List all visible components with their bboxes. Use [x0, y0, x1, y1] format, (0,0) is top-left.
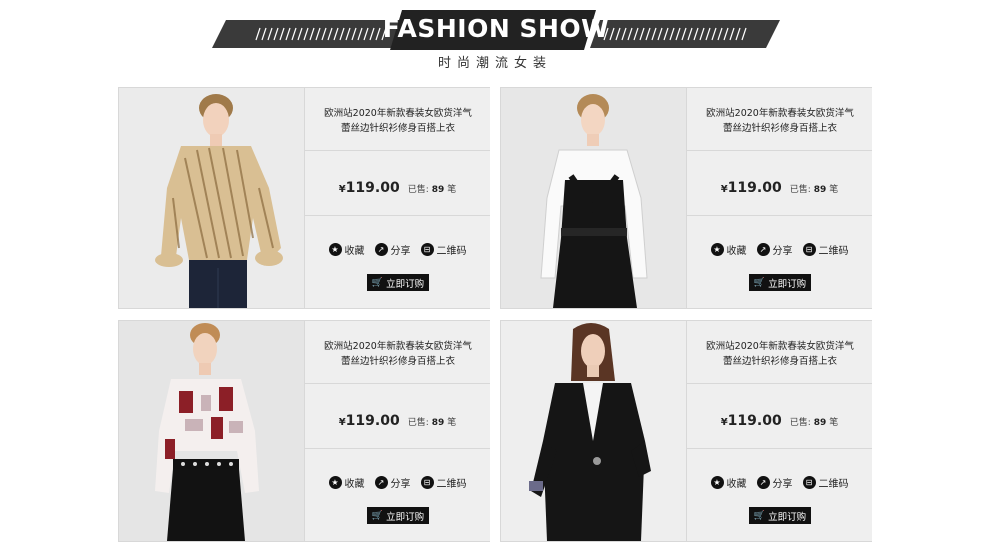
product-title[interactable]: 欧洲站2020年新款春装女欧货洋气 蕾丝边针织衫修身百搭上衣: [313, 339, 483, 369]
share-button[interactable]: ↗ 分享: [756, 475, 793, 490]
product-actions-section: ★ 收藏 ↗ 分享 ⊟ 二维码 🛒 立即订购: [687, 449, 872, 541]
product-title-section: 欧洲站2020年新款春装女欧货洋气 蕾丝边针织衫修身百搭上衣: [687, 88, 872, 151]
qrcode-button[interactable]: ⊟ 二维码: [420, 475, 467, 490]
share-icon: ↗: [374, 243, 388, 256]
product-title-section: 欧洲站2020年新款春装女欧货洋气 蕾丝边针织衫修身百搭上衣: [687, 321, 872, 384]
product-price-section: ¥119.00 已售: 89 笔: [687, 384, 872, 449]
price-value: 119.00: [345, 180, 400, 196]
share-icon: ↗: [756, 476, 770, 489]
product-info: 欧洲站2020年新款春装女欧货洋气 蕾丝边针织衫修身百搭上衣 ¥119.00 已售…: [304, 321, 490, 541]
product-info: 欧洲站2020年新款春装女欧货洋气 蕾丝边针织衫修身百搭上衣 ¥119.00 已售…: [686, 88, 872, 308]
product-price-section: ¥119.00 已售: 89 笔: [305, 384, 490, 449]
share-icon: ↗: [374, 476, 388, 489]
price-symbol: ¥: [338, 417, 346, 428]
product-card: 欧洲站2020年新款春装女欧货洋气 蕾丝边针织衫修身百搭上衣 ¥119.00 已售…: [118, 320, 490, 542]
sold-label: 已售:: [789, 418, 811, 428]
share-button[interactable]: ↗ 分享: [756, 242, 793, 257]
buy-now-button[interactable]: 🛒 立即订购: [367, 507, 429, 524]
product-actions-section: ★ 收藏 ↗ 分享 ⊟ 二维码 🛒 立即订购: [687, 216, 872, 308]
price-value: 119.00: [727, 413, 782, 429]
product-title[interactable]: 欧洲站2020年新款春装女欧货洋气 蕾丝边针织衫修身百搭上衣: [695, 106, 865, 136]
product-photo[interactable]: [119, 88, 304, 308]
sold-count: 89: [813, 418, 827, 428]
price-value: 119.00: [727, 180, 782, 196]
product-card: 欧洲站2020年新款春装女欧货洋气 蕾丝边针织衫修身百搭上衣 ¥119.00 已售…: [500, 87, 872, 309]
cart-icon: 🛒: [753, 277, 766, 288]
product-actions-section: ★ 收藏 ↗ 分享 ⊟ 二维码 🛒 立即订购: [305, 216, 490, 308]
star-icon: ★: [710, 476, 724, 489]
page-title: FASHION SHOW: [382, 14, 610, 43]
cart-icon: 🛒: [371, 277, 384, 288]
product-card: 欧洲站2020年新款春装女欧货洋气 蕾丝边针织衫修身百搭上衣 ¥119.00 已售…: [118, 87, 490, 309]
header-banner: FASHION SHOW: [212, 10, 780, 50]
qrcode-icon: ⊟: [420, 476, 434, 489]
product-photo[interactable]: [501, 321, 686, 541]
product-title-section: 欧洲站2020年新款春装女欧货洋气 蕾丝边针织衫修身百搭上衣: [305, 321, 490, 384]
product-photo[interactable]: [501, 88, 686, 308]
sold-label: 已售:: [407, 418, 429, 428]
favorite-button[interactable]: ★ 收藏: [710, 475, 747, 490]
product-card: 欧洲站2020年新款春装女欧货洋气 蕾丝边针织衫修身百搭上衣 ¥119.00 已售…: [500, 320, 872, 542]
sold-count: 89: [813, 185, 827, 195]
price-symbol: ¥: [338, 184, 346, 195]
product-price-section: ¥119.00 已售: 89 笔: [687, 151, 872, 216]
sold-unit: 笔: [829, 418, 839, 428]
qrcode-icon: ⊟: [420, 243, 434, 256]
qrcode-button[interactable]: ⊟ 二维码: [802, 475, 849, 490]
product-actions-section: ★ 收藏 ↗ 分享 ⊟ 二维码 🛒 立即订购: [305, 449, 490, 541]
star-icon: ★: [710, 243, 724, 256]
price-symbol: ¥: [720, 417, 728, 428]
product-title[interactable]: 欧洲站2020年新款春装女欧货洋气 蕾丝边针织衫修身百搭上衣: [313, 106, 483, 136]
price-value: 119.00: [345, 413, 400, 429]
favorite-button[interactable]: ★ 收藏: [328, 242, 365, 257]
price-symbol: ¥: [720, 184, 728, 195]
favorite-button[interactable]: ★ 收藏: [710, 242, 747, 257]
qrcode-icon: ⊟: [802, 476, 816, 489]
share-button[interactable]: ↗ 分享: [374, 475, 411, 490]
sold-label: 已售:: [789, 185, 811, 195]
sold-label: 已售:: [407, 185, 429, 195]
favorite-button[interactable]: ★ 收藏: [328, 475, 365, 490]
star-icon: ★: [328, 476, 342, 489]
cart-icon: 🛒: [753, 510, 766, 521]
buy-now-button[interactable]: 🛒 立即订购: [749, 274, 811, 291]
share-icon: ↗: [756, 243, 770, 256]
share-button[interactable]: ↗ 分享: [374, 242, 411, 257]
sold-count: 89: [431, 418, 445, 428]
product-price-section: ¥119.00 已售: 89 笔: [305, 151, 490, 216]
sold-count: 89: [431, 185, 445, 195]
qrcode-button[interactable]: ⊟ 二维码: [420, 242, 467, 257]
buy-now-button[interactable]: 🛒 立即订购: [367, 274, 429, 291]
product-title[interactable]: 欧洲站2020年新款春装女欧货洋气 蕾丝边针织衫修身百搭上衣: [695, 339, 865, 369]
cart-icon: 🛒: [371, 510, 384, 521]
buy-now-button[interactable]: 🛒 立即订购: [749, 507, 811, 524]
page-subtitle: 时尚潮流女装: [437, 56, 552, 71]
sold-unit: 笔: [447, 185, 457, 195]
product-photo[interactable]: [119, 321, 304, 541]
sold-unit: 笔: [829, 185, 839, 195]
product-title-section: 欧洲站2020年新款春装女欧货洋气 蕾丝边针织衫修身百搭上衣: [305, 88, 490, 151]
qrcode-icon: ⊟: [802, 243, 816, 256]
product-info: 欧洲站2020年新款春装女欧货洋气 蕾丝边针织衫修身百搭上衣 ¥119.00 已售…: [304, 88, 490, 308]
sold-unit: 笔: [447, 418, 457, 428]
star-icon: ★: [328, 243, 342, 256]
product-info: 欧洲站2020年新款春装女欧货洋气 蕾丝边针织衫修身百搭上衣 ¥119.00 已售…: [686, 321, 872, 541]
qrcode-button[interactable]: ⊟ 二维码: [802, 242, 849, 257]
